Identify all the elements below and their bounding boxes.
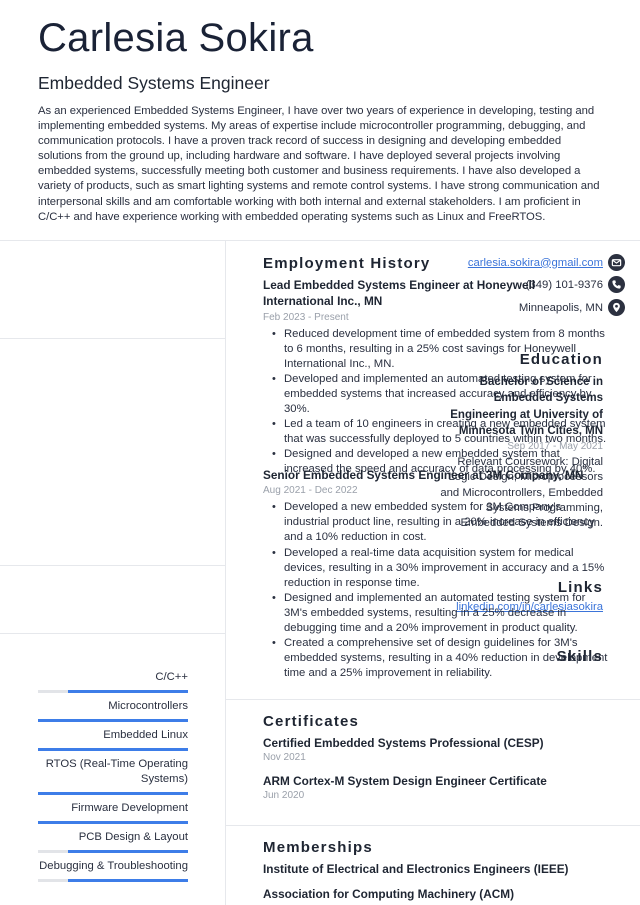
column-divider bbox=[225, 240, 226, 905]
skill-level-fill bbox=[38, 719, 188, 722]
job-dates: Aug 2021 - Dec 2022 bbox=[263, 485, 358, 497]
memberships-heading: Memberships bbox=[263, 839, 373, 856]
certificates-heading: Certificates bbox=[263, 713, 360, 730]
skill-name: Firmware Development bbox=[71, 802, 188, 814]
skill-name: C/C++ bbox=[155, 671, 188, 683]
skill-level-bar bbox=[38, 748, 188, 751]
job-dates: Feb 2023 - Present bbox=[263, 311, 349, 323]
skill-item: C/C++ bbox=[38, 670, 188, 693]
certificate-date: Nov 2021 bbox=[263, 752, 306, 763]
membership-item: Association for Computing Machinery (ACM… bbox=[263, 887, 515, 901]
contact-divider bbox=[0, 338, 225, 339]
job-bullets: Reduced development time of embedded sys… bbox=[263, 327, 608, 478]
certificates-divider bbox=[226, 825, 640, 826]
skill-name: Embedded Linux bbox=[103, 729, 188, 741]
job-bullets: Developed a new embedded system for 3M C… bbox=[263, 500, 608, 681]
profile-summary: As an experienced Embedded Systems Engin… bbox=[38, 105, 600, 223]
certificate-date: Jun 2020 bbox=[263, 790, 305, 801]
skill-item: Firmware Development bbox=[38, 801, 188, 824]
skill-level-bar bbox=[38, 719, 188, 722]
job-bullet: Developed a new embedded system for 3M C… bbox=[263, 500, 608, 545]
certificate-name: Certified Embedded Systems Professional … bbox=[263, 736, 544, 750]
employment-heading: Employment History bbox=[263, 255, 431, 272]
education-divider bbox=[0, 565, 225, 566]
header-divider bbox=[0, 240, 640, 241]
email-link[interactable]: carlesia.sokira@gmail.com bbox=[468, 257, 603, 269]
skill-level-fill bbox=[68, 879, 188, 882]
phone-icon bbox=[608, 276, 625, 293]
contact-email-row: carlesia.sokira@gmail.com bbox=[468, 254, 625, 271]
certificate-name: ARM Cortex-M System Design Engineer Cert… bbox=[263, 774, 547, 788]
envelope-icon bbox=[608, 254, 625, 271]
skill-level-bar bbox=[38, 850, 188, 853]
skill-level-bar bbox=[38, 879, 188, 882]
job-bullet: Developed and implemented an automated t… bbox=[263, 372, 608, 417]
skill-level-fill bbox=[68, 850, 188, 853]
skill-level-fill bbox=[38, 821, 188, 824]
skill-level-fill bbox=[38, 792, 188, 795]
job-bullet: Designed and implemented an automated te… bbox=[263, 591, 608, 636]
employment-divider bbox=[226, 699, 640, 700]
job-bullet: Reduced development time of embedded sys… bbox=[263, 327, 608, 372]
skill-name: PCB Design & Layout bbox=[78, 831, 188, 843]
skill-item: Debugging & Troubleshooting bbox=[38, 859, 188, 882]
candidate-title: Embedded Systems Engineer bbox=[38, 73, 270, 93]
skill-item: PCB Design & Layout bbox=[38, 830, 188, 853]
skill-level-fill bbox=[68, 690, 188, 693]
skill-level-bar bbox=[38, 792, 188, 795]
skill-item: Embedded Linux bbox=[38, 728, 188, 751]
job-entry: Senior Embedded Systems Engineer at 3M C… bbox=[263, 467, 608, 681]
skill-name: Debugging & Troubleshooting bbox=[39, 860, 188, 872]
job-title: Senior Embedded Systems Engineer at 3M C… bbox=[263, 468, 584, 482]
job-title: Lead Embedded Systems Engineer at Honeyw… bbox=[263, 278, 536, 309]
certificate-entry: Certified Embedded Systems Professional … bbox=[263, 736, 608, 765]
job-bullet: Led a team of 10 engineers in creating a… bbox=[263, 417, 608, 447]
links-divider bbox=[0, 633, 225, 634]
job-entry: Lead Embedded Systems Engineer at Honeyw… bbox=[263, 277, 608, 478]
skill-name: RTOS (Real-Time Operating Systems) bbox=[45, 758, 188, 785]
skill-name: Microcontrollers bbox=[108, 700, 188, 712]
skill-item: Microcontrollers bbox=[38, 699, 188, 722]
skill-level-bar bbox=[38, 690, 188, 693]
job-bullet: Created a comprehensive set of design gu… bbox=[263, 636, 608, 681]
membership-item: Institute of Electrical and Electronics … bbox=[263, 862, 569, 876]
skill-level-fill bbox=[38, 748, 188, 751]
map-pin-icon bbox=[608, 299, 625, 316]
skill-level-bar bbox=[38, 821, 188, 824]
certificate-entry: ARM Cortex-M System Design Engineer Cert… bbox=[263, 774, 608, 803]
skill-item: RTOS (Real-Time Operating Systems) bbox=[38, 757, 188, 795]
job-bullet: Developed a real-time data acquisition s… bbox=[263, 546, 608, 591]
candidate-name: Carlesia Sokira bbox=[38, 16, 314, 60]
